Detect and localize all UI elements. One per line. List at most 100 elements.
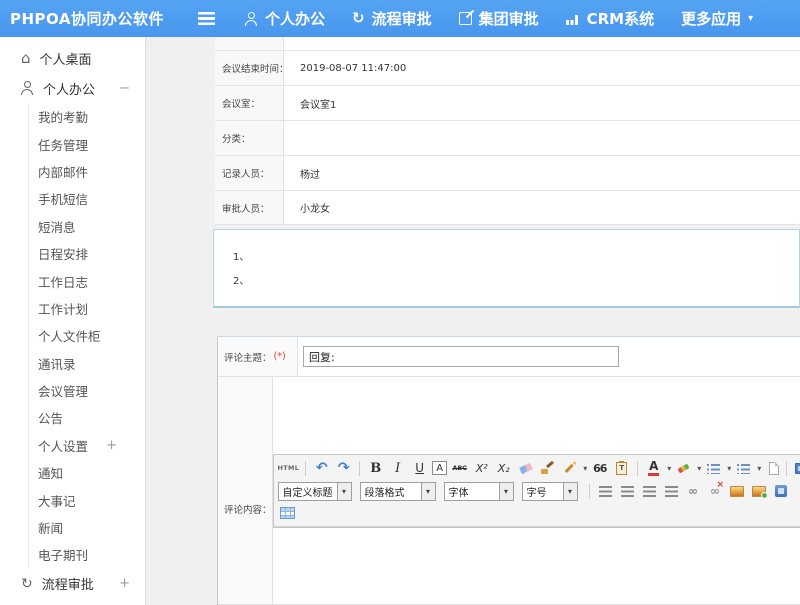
font-color-button[interactable]: A (644, 459, 663, 478)
superscript-button[interactable]: X² (472, 459, 491, 478)
comment-subject-input[interactable] (303, 346, 619, 367)
field-value: 2019-08-07 11:47:00 (284, 51, 800, 86)
undo-icon[interactable] (312, 459, 331, 478)
caret-down-icon[interactable]: ▾ (667, 464, 671, 473)
insert-media-icon[interactable] (772, 482, 791, 501)
caret-down-icon[interactable]: ▾ (697, 464, 701, 473)
sidebar-item-personal-office[interactable]: 个人办公 − (0, 73, 145, 103)
field-value: 小龙女 (284, 191, 800, 225)
separator (305, 461, 306, 476)
field-value: 杨过 (284, 156, 800, 191)
required-mark: (*) (274, 351, 286, 362)
highlight-color-icon[interactable] (674, 459, 693, 478)
caret-down-icon[interactable]: ▾ (727, 464, 731, 473)
font-size-select[interactable]: 字号▾ (522, 482, 578, 501)
blockquote-button[interactable]: 66 (590, 459, 609, 478)
sidebar-item-contacts[interactable]: 通讯录 (29, 350, 145, 377)
sidebar-item-internal-mail[interactable]: 内部邮件 (29, 158, 145, 185)
field-label: 评论内容： (218, 377, 273, 605)
caret-down-icon[interactable]: ▾ (757, 464, 761, 473)
sidebar-item-announcement[interactable]: 公告 (29, 404, 145, 431)
sidebar-item-notice[interactable]: 通知 (29, 459, 145, 486)
ordered-list-icon[interactable] (704, 459, 723, 478)
subscript-button[interactable]: X₂ (494, 459, 513, 478)
align-right-icon[interactable] (640, 482, 659, 501)
sidebar-item-work-plan[interactable]: 工作计划 (29, 295, 145, 322)
nav-item-personal-office[interactable]: 个人办公 (245, 8, 325, 29)
paste-as-text-icon[interactable] (612, 459, 631, 478)
table-row-end-time: 会议结束时间： 2019-08-07 11:47:00 (215, 51, 800, 86)
insert-link-icon[interactable] (684, 482, 703, 501)
new-page-icon[interactable] (764, 459, 783, 478)
heading-select[interactable]: 自定义标题▾ (278, 482, 352, 501)
redo-icon[interactable] (334, 459, 353, 478)
align-left-icon[interactable] (596, 482, 615, 501)
upload-image-icon[interactable] (750, 482, 769, 501)
nav-item-crm[interactable]: CRM系统 (566, 8, 655, 29)
eraser-icon[interactable] (516, 459, 535, 478)
sidebar-item-workflow-approval[interactable]: 流程审批 + (0, 569, 145, 599)
table-row-meeting-room: 会议室： 会议室1 (215, 86, 800, 121)
nav-item-label: 集团审批 (479, 8, 539, 29)
sidebar-item-short-message[interactable]: 短消息 (29, 213, 145, 240)
caret-down-icon[interactable]: ▾ (583, 464, 587, 473)
insert-image-icon[interactable] (728, 482, 747, 501)
sidebar-item-label: 流程审批 (42, 574, 94, 593)
field-label: 审批人员： (215, 191, 284, 225)
table-row-approver: 审批人员： 小龙女 (215, 191, 800, 225)
field-label: 会议结束时间： (215, 51, 284, 86)
expand-icon[interactable]: + (106, 438, 117, 453)
separator (359, 461, 360, 476)
sidebar-item-tasks[interactable]: 任务管理 (29, 130, 145, 157)
hamburger-menu-icon[interactable] (198, 12, 215, 25)
person-icon (245, 12, 258, 26)
format-brush-icon[interactable] (538, 459, 557, 478)
font-family-select[interactable]: 字体▾ (444, 482, 514, 501)
sidebar-item-news[interactable]: 新闻 (29, 514, 145, 541)
strikethrough-button[interactable]: ABC (450, 459, 469, 478)
sidebar-item-meeting-management[interactable]: 会议管理 (29, 377, 145, 404)
font-style-button[interactable]: A (432, 461, 447, 475)
content-line: 2、 (233, 270, 799, 294)
main-content: 会议结束时间： 2019-08-07 11:47:00 会议室： 会议室1 分类… (147, 37, 800, 605)
expand-icon[interactable]: + (119, 576, 130, 591)
sidebar-item-desktop[interactable]: 个人桌面 (0, 43, 145, 73)
sidebar-item-major-events[interactable]: 大事记 (29, 486, 145, 513)
remove-link-icon[interactable] (706, 482, 725, 501)
field-label: 记录人员： (215, 156, 284, 191)
sidebar-item-sms[interactable]: 手机短信 (29, 185, 145, 212)
italic-button[interactable]: I (388, 459, 407, 478)
edit-icon (459, 12, 472, 25)
quick-format-icon[interactable] (560, 459, 579, 478)
bold-button[interactable]: B (366, 459, 385, 478)
sidebar-item-personal-settings[interactable]: 个人设置 + (29, 432, 145, 459)
fullscreen-icon[interactable] (793, 459, 800, 478)
underline-button[interactable]: U (410, 459, 429, 478)
collapse-icon[interactable]: − (119, 81, 130, 96)
comment-subject-row: 评论主题：(*) (218, 337, 800, 377)
field-label: 评论主题：(*) (218, 337, 298, 377)
separator (786, 461, 787, 476)
sidebar-item-attendance[interactable]: 我的考勤 (29, 103, 145, 130)
flow-icon (21, 577, 33, 591)
editor-toolbar: HTML B I U A ABC X² X₂ (274, 455, 800, 527)
align-center-icon[interactable] (618, 482, 637, 501)
align-justify-icon[interactable] (662, 482, 681, 501)
paragraph-format-select[interactable]: 段落格式▾ (360, 482, 436, 501)
sidebar-item-work-log[interactable]: 工作日志 (29, 267, 145, 294)
nav-item-group-approval[interactable]: 集团审批 (459, 8, 539, 29)
content-line: 1、 (233, 246, 799, 270)
sidebar-item-file-cabinet[interactable]: 个人文件柜 (29, 322, 145, 349)
nav-item-more-apps[interactable]: 更多应用 ▾ (681, 8, 753, 29)
source-code-button[interactable]: HTML (278, 459, 300, 478)
unordered-list-icon[interactable] (734, 459, 753, 478)
sidebar-item-schedule[interactable]: 日程安排 (29, 240, 145, 267)
insert-table-icon[interactable] (278, 503, 297, 522)
separator (637, 461, 638, 476)
rich-text-editor: HTML B I U A ABC X² X₂ (273, 454, 800, 528)
toolbar-row-3 (278, 503, 800, 523)
person-icon (21, 81, 34, 95)
nav-item-workflow-approval[interactable]: 流程审批 (352, 8, 432, 29)
nav-item-label: 个人办公 (265, 8, 325, 29)
sidebar-item-e-journal[interactable]: 电子期刊 (29, 541, 145, 568)
